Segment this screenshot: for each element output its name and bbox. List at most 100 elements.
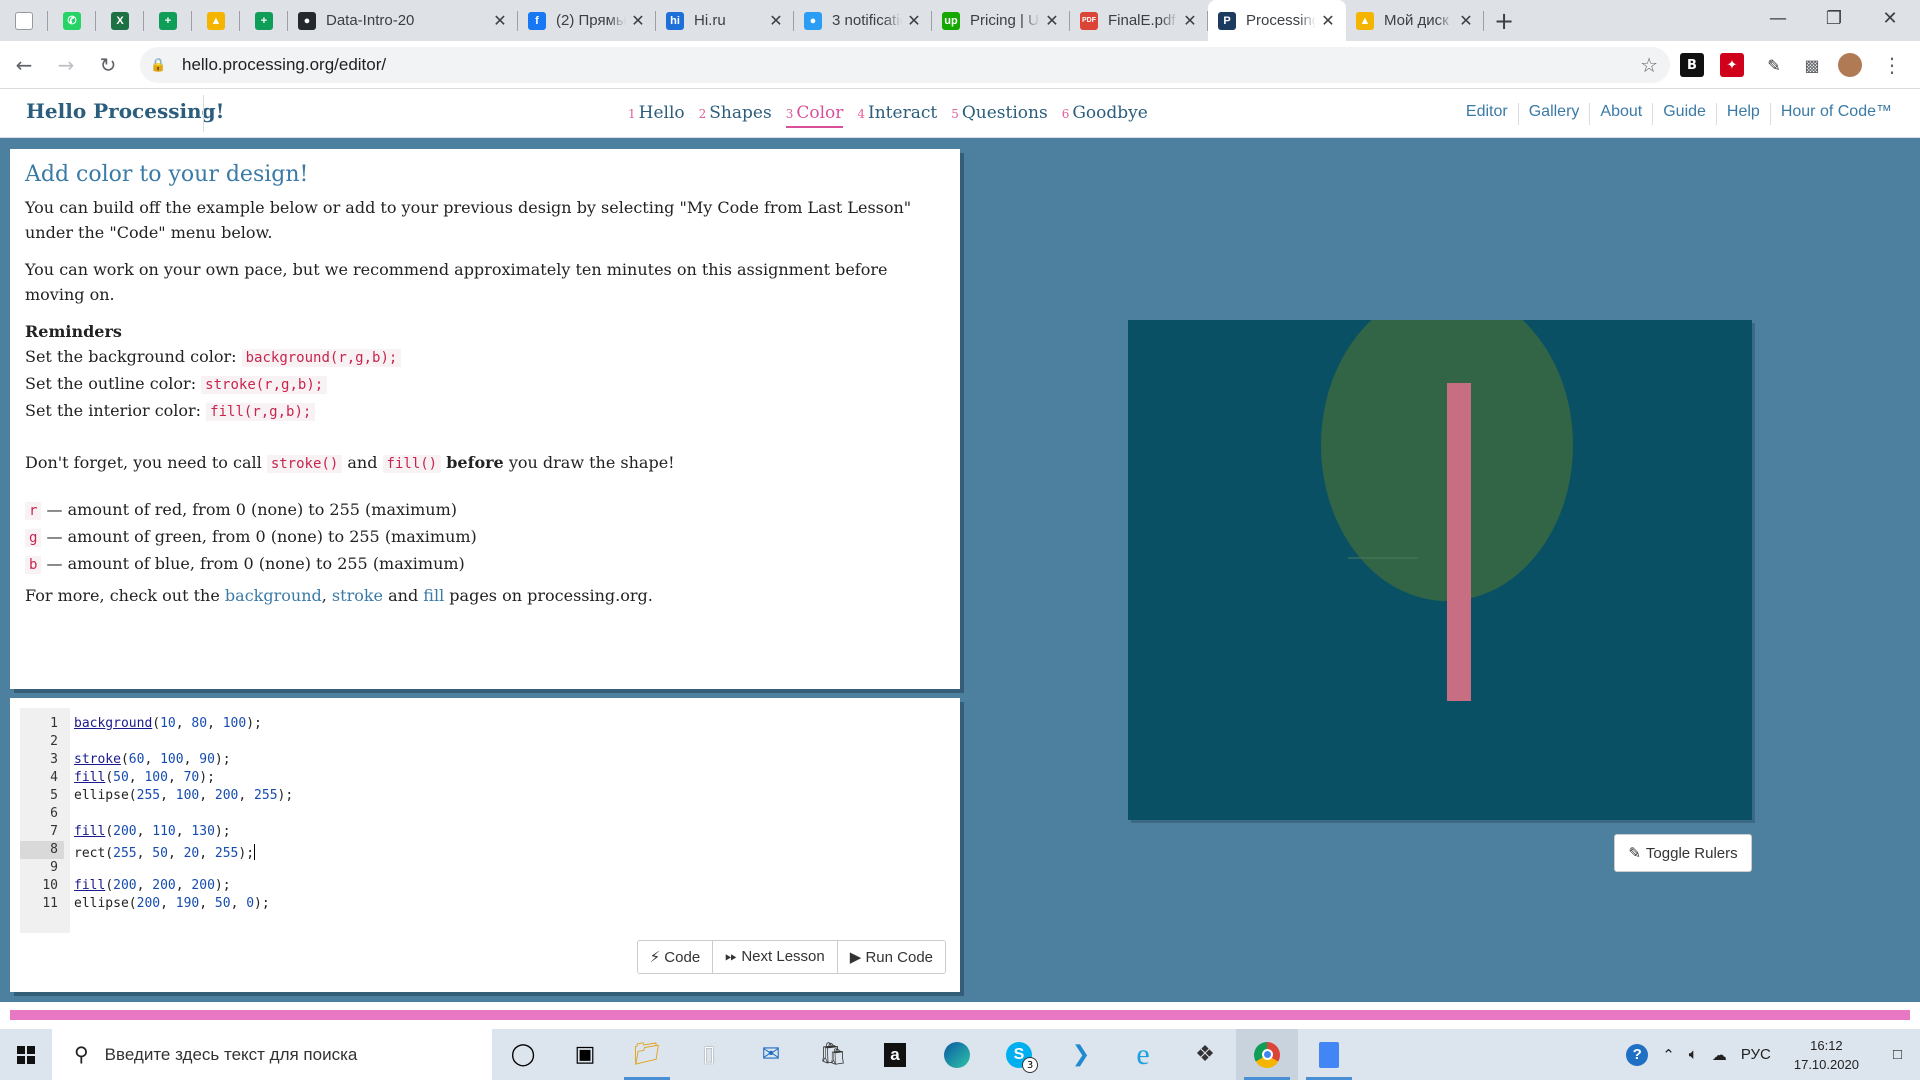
next-lesson-button[interactable]: ⏩︎ Next Lesson: [712, 941, 837, 973]
toggle-rulers-button[interactable]: ✎ Toggle Rulers: [1614, 834, 1752, 872]
reload-icon[interactable]: ↻: [90, 47, 126, 83]
language-indicator[interactable]: РУС: [1734, 1046, 1778, 1063]
taskbar-search[interactable]: ⚲ Введите здесь текст для поиска: [52, 1029, 492, 1080]
browser-tab[interactable]: ● Data-Intro-20 ✕: [288, 0, 518, 41]
code-line[interactable]: 1 background(10, 80, 100);: [20, 715, 920, 733]
more-comma: ,: [321, 586, 327, 605]
stroke-link[interactable]: stroke: [332, 586, 383, 605]
lesson-link-questions[interactable]: 5 Questions: [951, 103, 1048, 128]
code-line[interactable]: 2: [20, 733, 920, 751]
acrobat-icon[interactable]: ✦: [1720, 53, 1744, 77]
tab-close-icon[interactable]: ✕: [906, 11, 922, 30]
code-line[interactable]: 5 ellipse(255, 100, 200, 255);: [20, 787, 920, 805]
docs-icon[interactable]: [1298, 1029, 1360, 1080]
browser-tab[interactable]: hi Hi.ru ✕: [656, 0, 794, 41]
browser-tab[interactable]: PDF FinalE.pdf - G✕: [1070, 0, 1208, 41]
maximize-button[interactable]: ❐: [1806, 0, 1862, 36]
lesson-label: Questions: [961, 103, 1048, 123]
nav-link-guide[interactable]: Guide: [1652, 103, 1716, 125]
lesson-link-shapes[interactable]: 2 Shapes: [699, 103, 772, 128]
code-text: fill(50, 100, 70);: [74, 770, 215, 785]
lesson-nav: 1 Hello 2 Shapes 3 Color 4 Interact 5 Questions 6 G…: [628, 103, 1162, 128]
skype-icon[interactable]: S3: [988, 1029, 1050, 1080]
nav-link-hour-of-code[interactable]: Hour of Code™: [1769, 103, 1902, 125]
profile-avatar-icon[interactable]: [1838, 53, 1862, 77]
tab-close-icon[interactable]: ✕: [768, 11, 784, 30]
puzzle-extensions-icon[interactable]: ▩: [1800, 53, 1824, 77]
browser-tab[interactable]: ● 3 notification✕: [794, 0, 932, 41]
forward-arrow-icon[interactable]: →: [48, 47, 84, 83]
code-line[interactable]: 10 fill(200, 200, 200);: [20, 877, 920, 895]
volume-icon[interactable]: 🔈︎: [1682, 1046, 1705, 1063]
cortana-icon[interactable]: ◯: [492, 1029, 554, 1080]
extension-b-icon[interactable]: B: [1680, 53, 1704, 77]
tab-title: Processing H: [1246, 12, 1316, 29]
pinned-tab[interactable]: [0, 0, 48, 41]
tab-close-icon[interactable]: ✕: [1458, 11, 1474, 30]
brand-logo[interactable]: Hello Processing!: [26, 99, 224, 123]
notepad-icon[interactable]: ▯: [678, 1029, 740, 1080]
browser-tab[interactable]: ▲ Мой диск - G✕: [1346, 0, 1484, 41]
internet-explorer-icon[interactable]: e: [1112, 1029, 1174, 1080]
pinned-tab[interactable]: ✆: [48, 0, 96, 41]
nav-link-editor[interactable]: Editor: [1456, 103, 1518, 125]
tab-close-icon[interactable]: ✕: [1044, 11, 1060, 30]
clock[interactable]: 16:12 17.10.2020: [1778, 1036, 1875, 1074]
browser-tab[interactable]: up Pricing | Upti✕: [932, 0, 1070, 41]
lesson-link-hello[interactable]: 1 Hello: [628, 103, 685, 128]
file-explorer-icon[interactable]: 📁︎: [616, 1029, 678, 1080]
vscode-icon[interactable]: ❯: [1050, 1029, 1112, 1080]
run-code-button[interactable]: ▶ Run Code: [836, 941, 945, 973]
pinned-tab[interactable]: +: [240, 0, 288, 41]
code-line[interactable]: 9: [20, 859, 920, 877]
code-line[interactable]: 4 fill(50, 100, 70);: [20, 769, 920, 787]
sketch-canvas[interactable]: [1128, 320, 1752, 820]
code-line[interactable]: 8 rect(255, 50, 20, 255);: [20, 841, 920, 861]
new-tab-plus-icon[interactable]: +: [1484, 0, 1524, 41]
code-line[interactable]: 7 fill(200, 110, 130);: [20, 823, 920, 841]
tab-strip: ✆X+▲+●Data-Intro-20✕f(2) Прямые s✕hiHi.r…: [0, 0, 1920, 41]
dropbox-icon[interactable]: ❖: [1174, 1029, 1236, 1080]
browser-tab[interactable]: P Processing H✕: [1208, 0, 1346, 41]
close-window-button[interactable]: ✕: [1862, 0, 1918, 36]
tab-close-icon[interactable]: ✕: [1320, 11, 1336, 30]
code-line[interactable]: 6: [20, 805, 920, 823]
mail-icon[interactable]: ✉: [740, 1029, 802, 1080]
pinned-tab[interactable]: +: [144, 0, 192, 41]
menu-kebab-icon[interactable]: ⋮: [1880, 53, 1904, 77]
onedrive-cloud-icon[interactable]: ☁: [1705, 1046, 1734, 1064]
lesson-link-color[interactable]: 3 Color: [785, 103, 844, 128]
notifications-icon[interactable]: □: [1875, 1046, 1920, 1063]
url-text[interactable]: hello.processing.org/editor/: [182, 55, 386, 75]
back-arrow-icon[interactable]: ←: [6, 47, 42, 83]
nav-link-gallery[interactable]: Gallery: [1517, 103, 1590, 125]
minimize-button[interactable]: —: [1750, 0, 1806, 36]
task-view-icon[interactable]: ▣: [554, 1029, 616, 1080]
amazon-icon[interactable]: a: [864, 1029, 926, 1080]
store-icon[interactable]: 🛍︎: [802, 1029, 864, 1080]
tab-close-icon[interactable]: ✕: [492, 11, 508, 30]
chrome-icon[interactable]: [1236, 1029, 1298, 1080]
pen-extension-icon[interactable]: ✎: [1762, 53, 1786, 77]
fill-link[interactable]: fill: [423, 586, 444, 605]
nav-link-help[interactable]: Help: [1715, 103, 1770, 125]
code-line[interactable]: 3 stroke(60, 100, 90);: [20, 751, 920, 769]
code-editor[interactable]: 1 background(10, 80, 100); 2 3 stroke(60, 10…: [20, 708, 942, 936]
chevron-up-icon[interactable]: ⌃: [1655, 1046, 1682, 1064]
address-bar[interactable]: 🔒 hello.processing.org/editor/ ☆: [140, 47, 1670, 83]
tab-close-icon[interactable]: ✕: [630, 11, 646, 30]
lesson-link-interact[interactable]: 4 Interact: [857, 103, 937, 128]
code-line[interactable]: 11 ellipse(200, 190, 50, 0);: [20, 895, 920, 913]
background-link[interactable]: background: [225, 586, 322, 605]
edge-icon[interactable]: [926, 1029, 988, 1080]
help-icon[interactable]: ?: [1619, 1043, 1655, 1066]
nav-link-about[interactable]: About: [1589, 103, 1652, 125]
tab-close-icon[interactable]: ✕: [1182, 11, 1198, 30]
bookmark-star-icon[interactable]: ☆: [1640, 53, 1658, 77]
code-menu-button[interactable]: ⚡︎ Code: [637, 941, 713, 973]
lesson-link-goodbye[interactable]: 6 Goodbye: [1062, 103, 1148, 128]
browser-tab[interactable]: f (2) Прямые s✕: [518, 0, 656, 41]
windows-start-icon[interactable]: [0, 1029, 52, 1080]
pinned-tab[interactable]: X: [96, 0, 144, 41]
pinned-tab[interactable]: ▲: [192, 0, 240, 41]
